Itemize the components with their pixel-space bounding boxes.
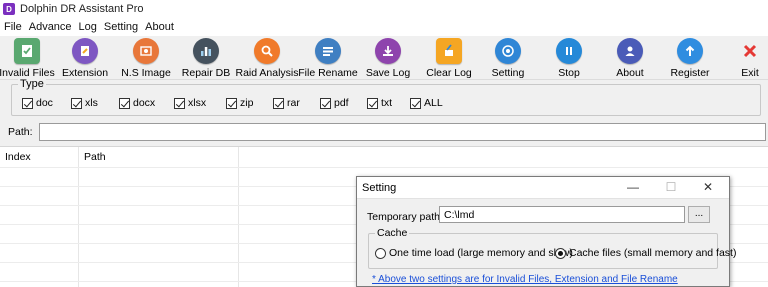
setting-label: Setting [491, 67, 525, 79]
stop-label: Stop [558, 67, 580, 79]
checkbox-pdf[interactable]: pdf [320, 97, 349, 109]
window-title: Dolphin DR Assistant Pro [20, 3, 144, 15]
menu-about[interactable]: About [144, 21, 180, 33]
image-icon [133, 38, 159, 64]
menu-file[interactable]: File [3, 21, 28, 33]
type-group: Type doc xls docx xlsx zip rar pdf txt A… [11, 78, 761, 116]
checkbox-label: pdf [334, 97, 349, 109]
pause-icon [556, 38, 582, 64]
checkbox-all[interactable]: ALL [410, 97, 443, 109]
save-log-icon [375, 38, 401, 64]
extension-label: Extension [61, 67, 109, 79]
dialog-title: Setting [362, 182, 397, 194]
cache-legend: Cache [375, 227, 410, 239]
checkbox-label: xls [85, 97, 98, 109]
radio-cache-files[interactable]: Cache files (small memory and fast) [555, 247, 736, 259]
dialog-title-bar: Setting — ☐ ✕ [357, 177, 729, 199]
temporary-path-input[interactable]: C:\lmd [439, 206, 685, 223]
register-label: Register [670, 67, 710, 79]
radio-label: One time load (large memory and slow) [389, 247, 573, 259]
clear-log-icon [436, 38, 462, 64]
checkbox-box [320, 97, 331, 109]
checkbox-doc[interactable]: doc [22, 97, 53, 109]
settings-note-link[interactable]: * Above two settings are for Invalid Fil… [372, 274, 678, 285]
save-log-label: Save Log [365, 67, 411, 79]
title-bar: D Dolphin DR Assistant Pro [0, 0, 768, 18]
checkbox-box [22, 97, 33, 109]
arrow-up-icon [677, 38, 703, 64]
exit-button[interactable]: Exit [713, 38, 768, 79]
radio-circle-selected [555, 247, 566, 259]
invalid-files-icon [14, 38, 40, 64]
checkbox-label: ALL [424, 97, 443, 109]
column-divider [238, 147, 239, 287]
ns-image-label: N.S Image [121, 67, 171, 79]
checkbox-label: docx [133, 97, 156, 109]
checkbox-box [367, 97, 378, 109]
maximize-icon[interactable]: ☐ [663, 180, 679, 194]
close-icon [737, 38, 763, 64]
gear-icon [495, 38, 521, 64]
column-header-index[interactable]: Index [5, 151, 31, 163]
checkbox-box [410, 97, 421, 109]
setting-dialog: Setting — ☐ ✕ Temporary path: C:\lmd ...… [356, 176, 736, 287]
repair-db-label: Repair DB [181, 67, 231, 79]
column-divider [78, 147, 79, 287]
file-rename-label: File Rename [298, 67, 358, 79]
path-row: Path: [0, 120, 768, 144]
database-icon [193, 38, 219, 64]
checkbox-label: zip [240, 97, 254, 109]
menu-bar: File Advance Log Setting About [0, 18, 768, 36]
checkbox-label: doc [36, 97, 53, 109]
radio-circle [375, 247, 386, 259]
checkbox-txt[interactable]: txt [367, 97, 392, 109]
exit-label: Exit [741, 67, 759, 79]
extension-icon [72, 38, 98, 64]
raid-analysis-label: Raid Analysis [235, 67, 299, 79]
menu-log[interactable]: Log [78, 21, 103, 33]
type-legend: Type [18, 78, 46, 90]
menu-advance[interactable]: Advance [28, 21, 78, 33]
checkbox-zip[interactable]: zip [226, 97, 253, 109]
cache-group: Cache One time load (large memory and sl… [368, 227, 736, 269]
checkbox-rar[interactable]: rar [273, 97, 300, 109]
user-icon [617, 38, 643, 64]
checkbox-label: txt [381, 97, 393, 109]
checkbox-box [71, 97, 82, 109]
column-header-path[interactable]: Path [84, 151, 106, 163]
header-divider [0, 167, 768, 168]
browse-button[interactable]: ... [688, 206, 710, 223]
radio-label: Cache files (small memory and fast) [569, 247, 737, 259]
checkbox-label: rar [287, 97, 300, 109]
path-input[interactable] [39, 123, 766, 141]
clear-log-label: Clear Log [426, 67, 472, 79]
radio-one-time-load[interactable]: One time load (large memory and slow) [375, 247, 573, 259]
app-logo-icon: D [3, 3, 15, 15]
minimize-icon[interactable]: — [625, 180, 641, 194]
menu-setting[interactable]: Setting [103, 21, 144, 33]
checkbox-box [226, 97, 237, 109]
file-rename-icon [315, 38, 341, 64]
checkbox-label: xlsx [188, 97, 207, 109]
toolbar: Invalid Files Extension N.S Image Repair… [0, 36, 768, 80]
about-label: About [616, 67, 644, 79]
checkbox-xlsx[interactable]: xlsx [174, 97, 206, 109]
checkbox-box [119, 97, 130, 109]
checkbox-xls[interactable]: xls [71, 97, 98, 109]
checkbox-box [174, 97, 185, 109]
path-label: Path: [8, 126, 33, 138]
checkbox-box [273, 97, 284, 109]
checkbox-docx[interactable]: docx [119, 97, 155, 109]
close-icon[interactable]: ✕ [700, 180, 716, 194]
temporary-path-label: Temporary path: [367, 211, 443, 223]
search-icon [254, 38, 280, 64]
